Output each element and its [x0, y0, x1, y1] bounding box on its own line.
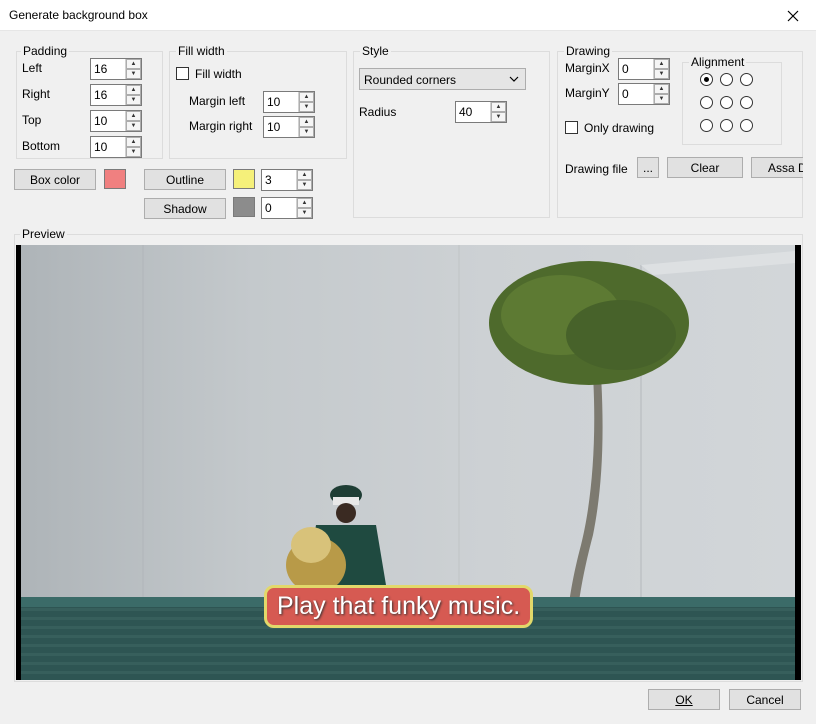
spin-up-icon[interactable]: ▲	[297, 170, 312, 180]
close-icon	[787, 10, 799, 21]
drawing-legend: Drawing	[564, 44, 613, 58]
marginy-label: MarginY	[565, 86, 610, 100]
align-middle-left-radio[interactable]	[700, 96, 713, 109]
outline-width-value: 3	[265, 173, 272, 187]
padding-bottom-input[interactable]: 10 ▲ ▼	[90, 136, 142, 158]
preview-subtitle-box: Play that funky music.	[264, 585, 534, 628]
browse-drawing-button[interactable]: ...	[637, 157, 659, 178]
align-middle-right-radio[interactable]	[740, 96, 753, 109]
margin-left-label: Margin left	[189, 94, 246, 108]
fill-width-legend: Fill width	[176, 44, 227, 58]
cancel-label: Cancel	[746, 692, 784, 707]
fill-width-checkbox[interactable]	[176, 67, 189, 80]
shadow-width-input[interactable]: 0 ▲ ▼	[261, 197, 313, 219]
preview-image: Play that funky music.	[16, 245, 801, 680]
outline-color-swatch[interactable]	[233, 169, 255, 189]
only-drawing-label[interactable]: Only drawing	[584, 121, 654, 135]
margin-left-value: 10	[267, 95, 281, 109]
align-middle-center-radio[interactable]	[720, 96, 733, 109]
window-title: Generate background box	[9, 8, 148, 22]
padding-bottom-label: Bottom	[22, 139, 61, 153]
align-bottom-left-radio[interactable]	[700, 119, 713, 132]
align-top-left-radio[interactable]	[700, 73, 713, 86]
spin-down-icon[interactable]: ▼	[126, 147, 141, 157]
ok-label: OK	[675, 692, 693, 707]
align-bottom-center-radio[interactable]	[720, 119, 733, 132]
spin-up-icon[interactable]: ▲	[299, 117, 314, 127]
box-color-swatch[interactable]	[104, 169, 126, 189]
outline-button[interactable]: Outline	[144, 169, 226, 190]
spin-down-icon[interactable]: ▼	[297, 180, 312, 190]
outline-width-input[interactable]: 3 ▲ ▼	[261, 169, 313, 191]
cancel-button[interactable]: Cancel	[729, 689, 801, 710]
only-drawing-checkbox[interactable]	[565, 121, 578, 134]
padding-right-value: 16	[94, 88, 108, 102]
marginx-label: MarginX	[565, 61, 610, 75]
marginx-value: 0	[622, 62, 629, 76]
spin-up-icon[interactable]: ▲	[126, 59, 141, 69]
marginy-value: 0	[622, 87, 629, 101]
spin-up-icon[interactable]: ▲	[654, 84, 669, 94]
spin-down-icon[interactable]: ▼	[126, 95, 141, 105]
spin-down-icon[interactable]: ▼	[126, 121, 141, 131]
spin-down-icon[interactable]: ▼	[299, 127, 314, 137]
style-legend: Style	[360, 44, 391, 58]
fill-width-checkbox-label[interactable]: Fill width	[195, 67, 242, 81]
drawing-file-label: Drawing file	[565, 162, 628, 176]
spin-up-icon[interactable]: ▲	[491, 102, 506, 112]
padding-left-input[interactable]: 16 ▲ ▼	[90, 58, 142, 80]
margin-right-label: Margin right	[189, 119, 253, 133]
spin-up-icon[interactable]: ▲	[126, 137, 141, 147]
padding-left-label: Left	[22, 61, 43, 75]
padding-top-value: 10	[94, 114, 108, 128]
style-select[interactable]: Rounded corners	[359, 68, 526, 90]
margin-left-input[interactable]: 10 ▲ ▼	[263, 91, 315, 113]
spin-down-icon[interactable]: ▼	[491, 112, 506, 122]
shadow-color-swatch[interactable]	[233, 197, 255, 217]
spin-down-icon[interactable]: ▼	[654, 94, 669, 104]
align-top-center-radio[interactable]	[720, 73, 733, 86]
clear-button[interactable]: Clear	[667, 157, 743, 178]
shadow-width-value: 0	[265, 201, 272, 215]
padding-top-input[interactable]: 10 ▲ ▼	[90, 110, 142, 132]
alignment-legend: Alignment	[689, 55, 747, 69]
title-bar: Generate background box	[0, 0, 816, 31]
padding-left-value: 16	[94, 62, 108, 76]
ok-button[interactable]: OK	[648, 689, 720, 710]
padding-bottom-value: 10	[94, 140, 108, 154]
spin-down-icon[interactable]: ▼	[654, 69, 669, 79]
radius-input[interactable]: 40 ▲ ▼	[455, 101, 507, 123]
shadow-button[interactable]: Shadow	[144, 198, 226, 219]
padding-right-input[interactable]: 16 ▲ ▼	[90, 84, 142, 106]
assa-draw-label: Assa D	[768, 160, 803, 175]
assa-draw-button[interactable]: Assa D	[751, 157, 803, 178]
spin-down-icon[interactable]: ▼	[299, 102, 314, 112]
margin-right-input[interactable]: 10 ▲ ▼	[263, 116, 315, 138]
chevron-down-icon	[509, 72, 519, 89]
radius-label: Radius	[359, 105, 397, 119]
close-button[interactable]	[770, 0, 816, 31]
spin-up-icon[interactable]: ▲	[654, 59, 669, 69]
margin-right-value: 10	[267, 120, 281, 134]
marginy-input[interactable]: 0 ▲ ▼	[618, 83, 670, 105]
padding-right-label: Right	[22, 87, 51, 101]
spin-down-icon[interactable]: ▼	[126, 69, 141, 79]
spin-down-icon[interactable]: ▼	[297, 208, 312, 218]
preview-scene: Play that funky music.	[21, 245, 795, 680]
spin-up-icon[interactable]: ▲	[126, 85, 141, 95]
spin-up-icon[interactable]: ▲	[299, 92, 314, 102]
style-selected-value: Rounded corners	[364, 73, 457, 87]
align-bottom-right-radio[interactable]	[740, 119, 753, 132]
box-color-button[interactable]: Box color	[14, 169, 96, 190]
padding-top-label: Top	[22, 113, 42, 127]
padding-legend: Padding	[21, 44, 70, 58]
spin-up-icon[interactable]: ▲	[126, 111, 141, 121]
spin-up-icon[interactable]: ▲	[297, 198, 312, 208]
marginx-input[interactable]: 0 ▲ ▼	[618, 58, 670, 80]
radius-value: 40	[459, 105, 473, 119]
preview-legend: Preview	[20, 227, 67, 241]
align-top-right-radio[interactable]	[740, 73, 753, 86]
